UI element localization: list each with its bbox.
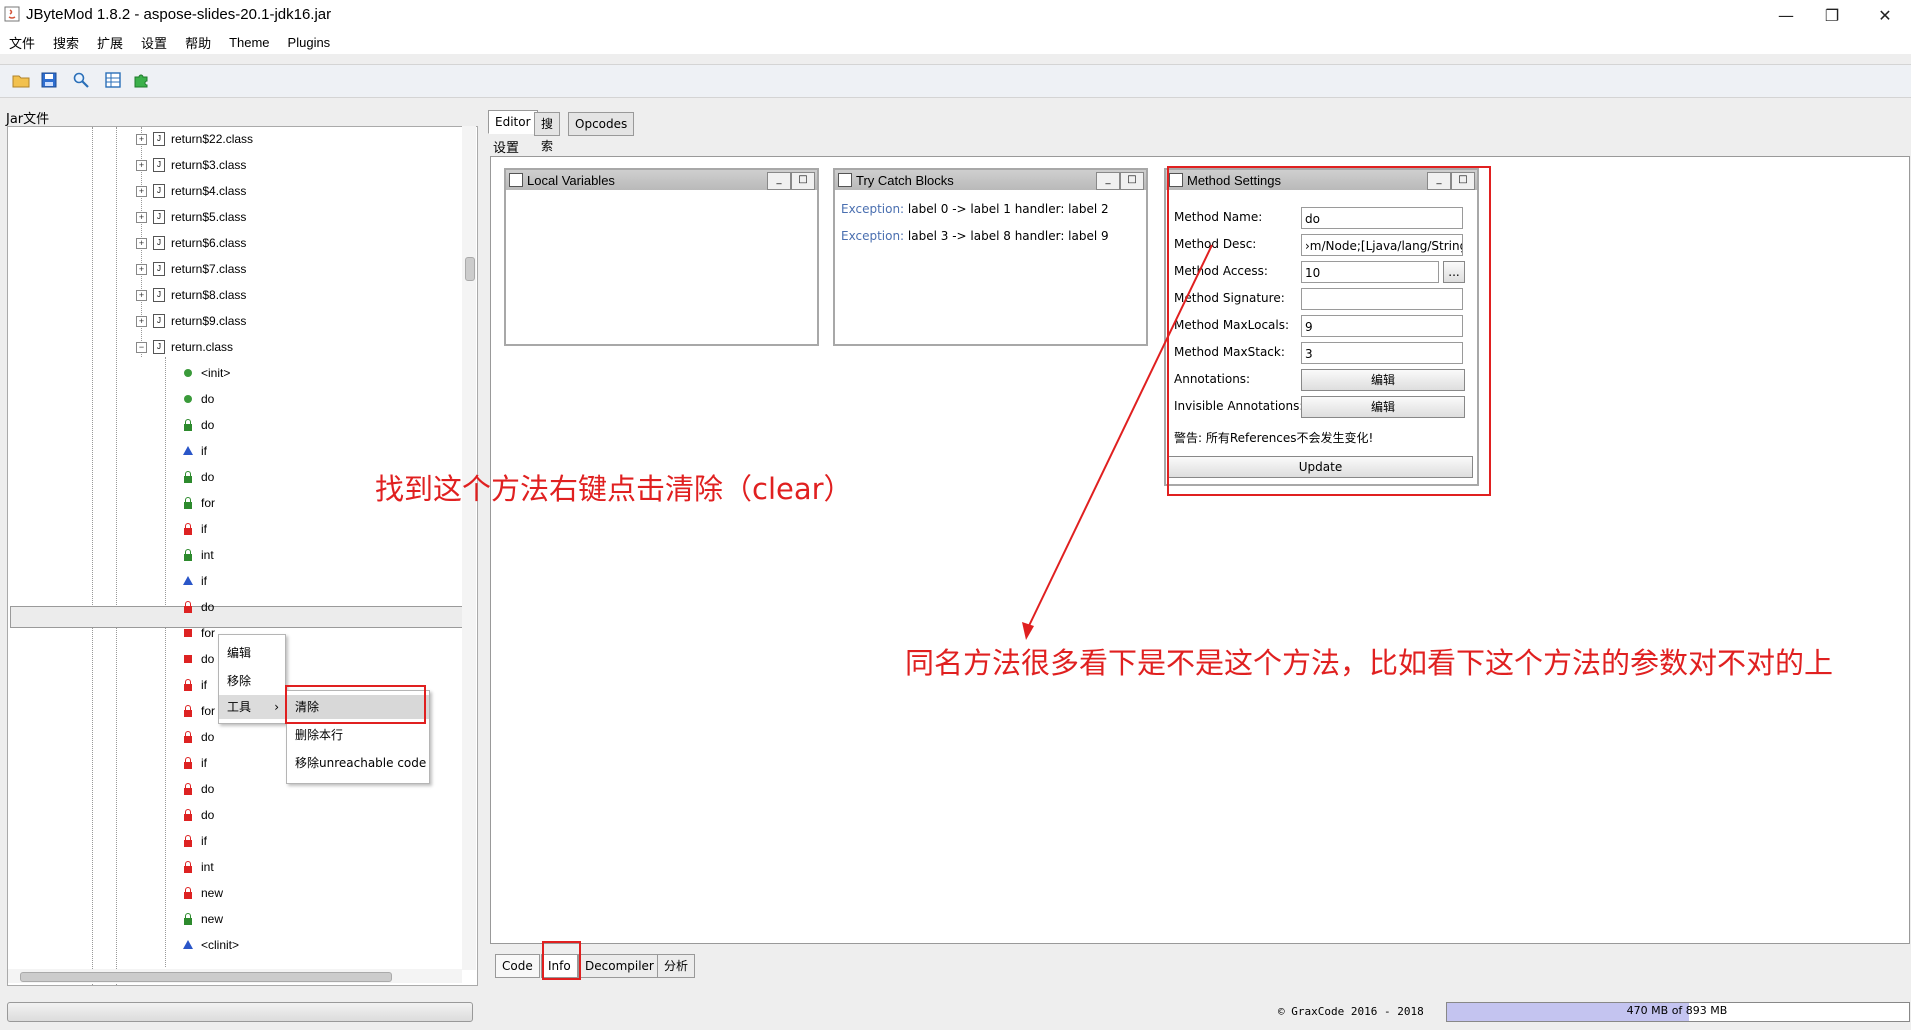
annotation-arrow [1022,244,1213,640]
copyright-label: © GraxCode 2016 - 2018 [1278,1005,1424,1018]
status-progress-bar [7,1002,473,1022]
memory-usage-text: 470 MB of 893 MB [1626,1004,1728,1017]
